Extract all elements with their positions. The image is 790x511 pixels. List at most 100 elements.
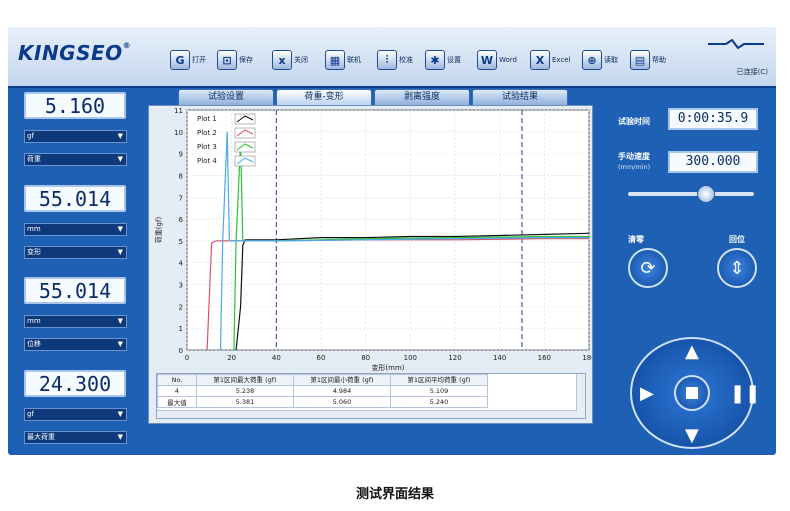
speed-slider[interactable] xyxy=(628,185,754,203)
play-button[interactable]: ▶ xyxy=(640,385,654,403)
y-tick-label: 2 xyxy=(179,303,183,311)
excel-icon: X xyxy=(530,50,550,70)
readout-display-0: 5.160 xyxy=(24,92,126,119)
open-icon: G xyxy=(170,50,190,70)
unit-value: mm xyxy=(27,317,41,325)
toolbar-button-4[interactable]: ⫶ 校准 xyxy=(377,47,413,73)
readout-panel: 5.160 gf ▼ 荷重 ▼ 55.014 mm ▼ 变形 ▼ 55.014 mm ▼ 位移 ▼ 24.30… xyxy=(8,88,136,455)
table-cell: 5.109 xyxy=(390,385,488,397)
chevron-down-icon: ▼ xyxy=(117,410,123,418)
tab-bar: 试验设置 荷重-变形 剥离强度 试验结果 xyxy=(178,89,568,105)
toolbar-button-3[interactable]: ▦ 联机 xyxy=(325,47,361,73)
chevron-down-icon: ▼ xyxy=(117,248,123,256)
table-cell: 5.238 xyxy=(196,385,294,397)
stop-button[interactable] xyxy=(674,375,710,411)
y-tick-label: 8 xyxy=(179,172,183,180)
tab-1[interactable]: 荷重-变形 xyxy=(276,89,372,105)
table-cell: 5.060 xyxy=(293,396,391,408)
zero-label: 清零 xyxy=(628,235,644,244)
mode-select-3[interactable]: 最大荷重 ▼ xyxy=(24,431,127,444)
x-tick-label: 120 xyxy=(448,354,461,362)
return-button[interactable]: ⇕ xyxy=(717,248,757,288)
x-tick-label: 140 xyxy=(493,354,506,362)
tab-3[interactable]: 试验结果 xyxy=(472,89,568,105)
table-cell: 4 xyxy=(157,385,197,397)
help-icon: ▤ xyxy=(630,50,650,70)
unit-value: gf xyxy=(27,132,34,140)
y-tick-label: 6 xyxy=(179,216,184,224)
toolbar-button-0[interactable]: G 打开 xyxy=(170,47,206,73)
table-header: 第1区间最大荷重 (gf) xyxy=(196,374,294,386)
toolbar-label: 读取 xyxy=(604,56,618,64)
horizontal-scrollbar[interactable] xyxy=(157,410,577,418)
unit-select-0[interactable]: gf ▼ xyxy=(24,130,127,143)
readout-display-3: 24.300 xyxy=(24,370,126,397)
mode-select-0[interactable]: 荷重 ▼ xyxy=(24,153,127,166)
table-row: 最大值 5.381 5.060 5.240 xyxy=(157,396,488,408)
tab-2[interactable]: 剥离强度 xyxy=(374,89,470,105)
toolbar-label: 关闭 xyxy=(294,56,308,64)
unit-select-2[interactable]: mm ▼ xyxy=(24,315,127,328)
speed-slider-knob[interactable] xyxy=(697,185,716,203)
x-tick-label: 160 xyxy=(538,354,551,362)
legend-entry: Plot 1 xyxy=(197,115,217,123)
test-software-window: KINGSEO® G 打开 ⊡ 保存 x 关闭 ▦ 联机 ⫶ 校准 ✱ 设置 W Word X Excel ⊕ 读… xyxy=(8,27,776,455)
move-down-button[interactable]: ▼ xyxy=(685,427,699,445)
manual-speed-unit: (mm/min) xyxy=(618,163,651,171)
mode-select-2[interactable]: 位移 ▼ xyxy=(24,338,127,351)
toolbar-label: 帮助 xyxy=(652,56,666,64)
load-deformation-chart: 0 1 2 3 4 5 6 7 8 9 10 11 0 20 40 60 80 100 120 140 160 180 Pl… xyxy=(154,107,592,371)
table-header: 第1区间最小荷重 (gf) xyxy=(293,374,391,386)
chevron-down-icon: ▼ xyxy=(117,433,123,441)
toolbar-button-7[interactable]: X Excel xyxy=(530,47,571,73)
chevron-down-icon: ▼ xyxy=(117,132,123,140)
test-time-label: 试验时间 xyxy=(618,117,650,126)
toolbar-button-8[interactable]: ⊕ 读取 xyxy=(582,47,618,73)
save-icon: ⊡ xyxy=(217,50,237,70)
x-tick-label: 80 xyxy=(361,354,370,362)
refresh-icon: ⟳ xyxy=(640,257,656,279)
toolbar-button-9[interactable]: ▤ 帮助 xyxy=(630,47,666,73)
toolbar-label: 保存 xyxy=(239,56,253,64)
tab-0[interactable]: 试验设置 xyxy=(178,89,274,105)
unit-value: mm xyxy=(27,225,41,233)
move-up-button[interactable]: ▲ xyxy=(685,343,699,361)
legend-entry: Plot 2 xyxy=(197,129,217,137)
unit-select-1[interactable]: mm ▼ xyxy=(24,223,127,236)
mode-value: 变形 xyxy=(27,248,41,256)
toolbar-button-1[interactable]: ⊡ 保存 xyxy=(217,47,253,73)
manual-speed-input[interactable]: 300.000 xyxy=(668,151,758,173)
zero-button[interactable]: ⟳ xyxy=(628,248,668,288)
unit-select-3[interactable]: gf ▼ xyxy=(24,408,127,421)
mode-value: 位移 xyxy=(27,340,41,348)
y-tick-label: 9 xyxy=(179,151,183,159)
motion-control-pad: ▲ ▼ ▶ ❚❚ xyxy=(630,337,760,449)
pause-button[interactable]: ❚❚ xyxy=(730,385,760,403)
toolbar-label: 设置 xyxy=(447,56,461,64)
toolbar-button-6[interactable]: W Word xyxy=(477,47,517,73)
x-tick-label: 100 xyxy=(404,354,417,362)
close-icon: x xyxy=(272,50,292,70)
x-tick-label: 20 xyxy=(227,354,236,362)
y-tick-label: 7 xyxy=(179,194,183,202)
mode-select-1[interactable]: 变形 ▼ xyxy=(24,246,127,259)
x-tick-label: 60 xyxy=(317,354,326,362)
y-tick-label: 4 xyxy=(179,260,184,268)
stop-icon xyxy=(686,387,698,399)
results-table: No. 第1区间最大荷重 (gf) 第1区间最小荷重 (gf) 第1区间平均荷重 (g… xyxy=(156,373,586,419)
return-label: 回位 xyxy=(729,235,745,244)
table-header-row: No. 第1区间最大荷重 (gf) 第1区间最小荷重 (gf) 第1区间平均荷重 (g… xyxy=(157,374,488,386)
toolbar-button-2[interactable]: x 关闭 xyxy=(272,47,308,73)
vertical-scrollbar[interactable] xyxy=(576,374,585,418)
table-header: 第1区间平均荷重 (gf) xyxy=(390,374,488,386)
toolbar-label: Excel xyxy=(552,56,571,64)
chevron-down-icon: ▼ xyxy=(117,155,123,163)
chevron-down-icon: ▼ xyxy=(117,340,123,348)
calibrate-icon: ⫶ xyxy=(377,50,397,70)
return-home-icon: ⇕ xyxy=(729,257,745,279)
word-icon: W xyxy=(477,50,497,70)
toolbar-button-5[interactable]: ✱ 设置 xyxy=(425,47,461,73)
x-tick-label: 0 xyxy=(185,354,189,362)
settings-icon: ✱ xyxy=(425,50,445,70)
test-time-display: 0:00:35.9 xyxy=(668,108,758,130)
